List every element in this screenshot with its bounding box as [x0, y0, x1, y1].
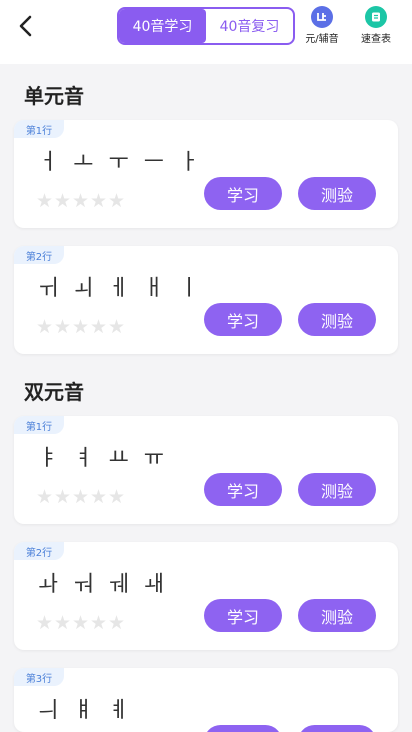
vowel-consonant-label: 元/辅音: [305, 34, 339, 45]
learn-button[interactable]: 学习: [204, 473, 282, 506]
row-tag: 第2行: [14, 542, 64, 560]
test-button[interactable]: 测验: [298, 177, 376, 210]
learn-button[interactable]: 学习: [204, 303, 282, 336]
quick-table-button[interactable]: 速查表: [354, 6, 398, 45]
lesson-card: 第2行 ㅟ ㅚ ㅔ ㅐ ㅣ ★ ★ ★ ★ ★ 学习 测验: [14, 246, 398, 354]
chevron-left-icon: [19, 15, 32, 37]
section-title-single-vowels: 单元音: [24, 84, 84, 108]
star-icon: ★: [72, 486, 90, 508]
row-tag: 第2行: [14, 246, 64, 264]
star-icon: ★: [108, 612, 126, 634]
letters: ㅑ ㅕ ㅛ ㅠ: [38, 446, 168, 471]
top-bar: 40音学习 40音复习 元/辅音 速查表: [0, 0, 412, 64]
learn-button[interactable]: 学习: [204, 725, 282, 732]
test-button[interactable]: 测验: [298, 473, 376, 506]
star-icon: ★: [90, 486, 108, 508]
section-title-diphthongs: 双元音: [24, 380, 84, 404]
test-button[interactable]: 测验: [298, 599, 376, 632]
star-icon: ★: [108, 190, 126, 212]
star-icon: ★: [54, 486, 72, 508]
quick-table-label: 速查表: [361, 34, 391, 45]
star-icon: ★: [36, 190, 54, 212]
star-icon: ★: [72, 316, 90, 338]
learn-button[interactable]: 学习: [204, 599, 282, 632]
star-icon: ★: [72, 612, 90, 634]
letters: ㅘ ㅝ ㅞ ㅙ: [38, 572, 168, 597]
lesson-card: 第3行 ㅢ ㅒ ㅖ 学习 测验: [14, 668, 398, 732]
lesson-card: 第1行 ㅓ ㅗ ㅜ ㅡ ㅏ ★ ★ ★ ★ ★ 学习 测验: [14, 120, 398, 228]
test-button[interactable]: 测验: [298, 725, 376, 732]
lesson-card: 第1行 ㅑ ㅕ ㅛ ㅠ ★ ★ ★ ★ ★ 学习 测验: [14, 416, 398, 524]
star-icon: ★: [54, 316, 72, 338]
tab-learn[interactable]: 40音学习: [119, 9, 206, 43]
row-tag: 第1行: [14, 120, 64, 138]
star-icon: ★: [108, 486, 126, 508]
test-button[interactable]: 测验: [298, 303, 376, 336]
vowel-consonant-button[interactable]: 元/辅音: [300, 6, 344, 45]
vowel-consonant-icon: [311, 6, 333, 28]
row-tag: 第1行: [14, 416, 64, 434]
letters: ㅢ ㅒ ㅖ: [38, 698, 133, 723]
letters: ㅓ ㅗ ㅜ ㅡ ㅏ: [38, 150, 204, 175]
star-icon: ★: [54, 612, 72, 634]
star-rating: ★ ★ ★ ★ ★: [36, 486, 126, 508]
back-button[interactable]: [14, 12, 38, 40]
star-icon: ★: [36, 486, 54, 508]
star-icon: ★: [36, 316, 54, 338]
tab-review[interactable]: 40音复习: [206, 9, 293, 43]
letters: ㅟ ㅚ ㅔ ㅐ ㅣ: [38, 276, 204, 301]
mode-switch: 40音学习 40音复习: [117, 7, 295, 45]
learn-button[interactable]: 学习: [204, 177, 282, 210]
row-tag: 第3行: [14, 668, 64, 686]
lesson-card: 第2行 ㅘ ㅝ ㅞ ㅙ ★ ★ ★ ★ ★ 学习 测验: [14, 542, 398, 650]
star-icon: ★: [108, 316, 126, 338]
star-rating: ★ ★ ★ ★ ★: [36, 190, 126, 212]
star-icon: ★: [90, 316, 108, 338]
star-icon: ★: [90, 190, 108, 212]
star-icon: ★: [54, 190, 72, 212]
star-icon: ★: [72, 190, 90, 212]
quick-table-icon: [365, 6, 387, 28]
star-rating: ★ ★ ★ ★ ★: [36, 316, 126, 338]
star-icon: ★: [36, 612, 54, 634]
star-icon: ★: [90, 612, 108, 634]
star-rating: ★ ★ ★ ★ ★: [36, 612, 126, 634]
